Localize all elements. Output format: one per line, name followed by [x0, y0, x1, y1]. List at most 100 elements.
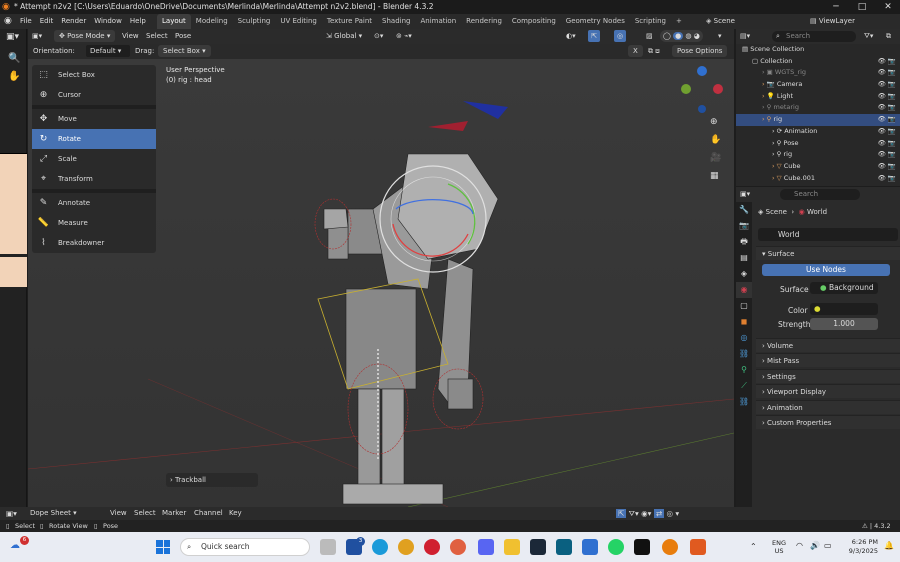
- visibility-toggle-icon[interactable]: 👁 📷: [878, 91, 896, 103]
- visibility-icon[interactable]: ◐▾: [566, 29, 576, 44]
- discord-icon[interactable]: [478, 539, 494, 555]
- orientation-dropdown[interactable]: Default ▾: [86, 45, 130, 57]
- visibility-toggle-icon[interactable]: 👁 📷: [878, 114, 896, 126]
- scene-tab-icon[interactable]: ◈: [736, 266, 752, 282]
- pose-menu[interactable]: Pose: [175, 29, 191, 44]
- tab-uv-editing[interactable]: UV Editing: [275, 14, 322, 29]
- dopesheet-filter-icons[interactable]: ⇱ ⛛▾ ◉▾ ⇄ ◎ ▾: [616, 507, 679, 520]
- physics-tab-icon[interactable]: ◎: [736, 330, 752, 346]
- surface-value[interactable]: ● Background: [810, 282, 878, 294]
- outliner-row[interactable]: › ▽ Cube 👁 📷: [736, 161, 900, 173]
- armature-tab-icon[interactable]: ⚲: [736, 362, 752, 378]
- tab-layout[interactable]: Layout: [157, 14, 191, 29]
- dopesheet-marker-menu[interactable]: Marker: [162, 507, 186, 520]
- dopesheet-mode[interactable]: Dope Sheet ▾: [30, 507, 77, 520]
- tool-move[interactable]: ✥ Move: [32, 109, 156, 129]
- widgets-icon[interactable]: ☁: [10, 540, 20, 551]
- menu-edit[interactable]: Edit: [36, 14, 58, 29]
- store-icon[interactable]: [582, 539, 598, 555]
- visibility-toggle-icon[interactable]: 👁 📷: [878, 56, 896, 68]
- tool-breakdowner[interactable]: ⌇ Breakdowner: [32, 233, 156, 253]
- menu-file[interactable]: File: [16, 14, 36, 29]
- blender-menu-icon[interactable]: ◉: [4, 14, 12, 29]
- dopesheet-key-menu[interactable]: Key: [229, 507, 242, 520]
- bone-constraint-tab-icon[interactable]: ⛓: [736, 394, 752, 410]
- minimize-button[interactable]: ─: [824, 0, 848, 14]
- shading-options-icon[interactable]: ▾: [718, 29, 722, 44]
- tab-texture-paint[interactable]: Texture Paint: [322, 14, 377, 29]
- visibility-toggle-icon[interactable]: 👁 📷: [878, 79, 896, 91]
- outliner-row[interactable]: › ⚲ rig 👁 📷: [736, 149, 900, 161]
- panel-settings[interactable]: › Settings: [756, 368, 900, 383]
- overlays-toggle-icon[interactable]: ◎: [614, 30, 626, 42]
- view-layer-selector[interactable]: ▤ ViewLayer: [810, 15, 855, 28]
- properties-editor-icon[interactable]: ▣▾: [740, 187, 750, 202]
- panel-viewport-display[interactable]: › Viewport Display: [756, 384, 900, 399]
- tool-scale[interactable]: ⤢ Scale: [32, 149, 156, 169]
- notifications-icon[interactable]: 🔔: [884, 541, 894, 550]
- visibility-toggle-icon[interactable]: 👁 📷: [878, 126, 896, 138]
- outliner-editor-icon[interactable]: ▤▾: [740, 29, 750, 44]
- whatsapp-icon[interactable]: [608, 539, 624, 555]
- outliner-row[interactable]: › ⚲ metarig 👁 📷: [736, 102, 900, 114]
- battery-icon[interactable]: ▭: [824, 541, 832, 550]
- tab-sculpting[interactable]: Sculpting: [233, 14, 276, 29]
- drag-dropdown[interactable]: Select Box ▾: [158, 45, 211, 57]
- transform-orientation[interactable]: ⇲ Global ▾: [326, 29, 362, 44]
- visibility-toggle-icon[interactable]: 👁 📷: [878, 149, 896, 161]
- firefox-icon[interactable]: [450, 539, 466, 555]
- xray-icon[interactable]: ▨: [646, 29, 653, 44]
- color-field[interactable]: ●: [810, 303, 878, 315]
- surface-panel-header[interactable]: ▾ Surface: [756, 246, 900, 260]
- filter-icon[interactable]: ⛛▾: [864, 29, 873, 44]
- volume-icon[interactable]: 🔊: [810, 541, 820, 550]
- panel-animation[interactable]: › Animation: [756, 399, 900, 414]
- select-menu[interactable]: Select: [146, 29, 168, 44]
- file-explorer-icon[interactable]: [504, 539, 520, 555]
- clock[interactable]: 6:26 PM 9/3/2025: [842, 538, 878, 556]
- view-menu[interactable]: View: [122, 29, 139, 44]
- x-toggle[interactable]: X: [628, 45, 643, 57]
- tool-cursor[interactable]: ⊕ Cursor: [32, 85, 156, 105]
- ortho-toggle-icon[interactable]: ▦: [710, 171, 719, 181]
- dopesheet-editor-icon[interactable]: ▣▾: [6, 507, 17, 520]
- tab-rendering[interactable]: Rendering: [461, 14, 507, 29]
- strength-field[interactable]: 1.000: [810, 318, 878, 330]
- bone-tab-icon[interactable]: ⟋: [736, 378, 752, 394]
- edge-icon[interactable]: [372, 539, 388, 555]
- tab-scripting[interactable]: Scripting: [630, 14, 671, 29]
- panel-custom-properties[interactable]: › Custom Properties: [756, 414, 900, 429]
- use-nodes-button[interactable]: Use Nodes: [762, 264, 890, 276]
- editor-type-icon[interactable]: ▣▾: [32, 29, 42, 44]
- world-tab-icon[interactable]: ◉: [736, 282, 752, 298]
- camera-view-icon[interactable]: 🎥: [710, 153, 721, 163]
- constraints-tab-icon[interactable]: ⛓: [736, 346, 752, 362]
- pivot-icon[interactable]: ⊙▾: [374, 29, 383, 44]
- outliner-row[interactable]: ▢ Collection 👁 📷: [736, 56, 900, 68]
- visibility-toggle-icon[interactable]: 👁 📷: [878, 161, 896, 173]
- tab-shading[interactable]: Shading: [377, 14, 415, 29]
- blender-taskbar-icon[interactable]: [662, 539, 678, 555]
- tool-transform[interactable]: ⌖ Transform: [32, 169, 156, 189]
- outliner-row[interactable]: › ⚲ rig 👁 📷: [736, 114, 900, 126]
- tool-tab-icon[interactable]: 🔧: [736, 202, 752, 218]
- visibility-toggle-icon[interactable]: 👁 📷: [878, 173, 896, 185]
- steam-icon[interactable]: [530, 539, 546, 555]
- visibility-toggle-icon[interactable]: 👁 📷: [878, 67, 896, 79]
- visibility-toggle-icon[interactable]: 👁 📷: [878, 138, 896, 150]
- menu-window[interactable]: Window: [90, 14, 126, 29]
- outliner-row[interactable]: › 📷 Camera 👁 📷: [736, 79, 900, 91]
- outliner-row[interactable]: › 💡 Light 👁 📷: [736, 91, 900, 103]
- scene-selector[interactable]: ◈ Scene: [706, 15, 735, 28]
- chrome-icon[interactable]: [398, 539, 414, 555]
- tab-compositing[interactable]: Compositing: [507, 14, 561, 29]
- outliner-row[interactable]: › ⚲ Pose 👁 📷: [736, 138, 900, 150]
- object-tab-icon[interactable]: ◼: [736, 314, 752, 330]
- tool-measure[interactable]: 📏 Measure: [32, 213, 156, 233]
- task-view-icon[interactable]: [320, 539, 336, 555]
- mode-selector[interactable]: ✥ Pose Mode ▾: [54, 30, 116, 42]
- render-tab-icon[interactable]: 📷: [736, 218, 752, 234]
- hand-icon[interactable]: ✋: [8, 71, 20, 82]
- menu-help[interactable]: Help: [126, 14, 150, 29]
- panel-volume[interactable]: › Volume: [756, 338, 900, 352]
